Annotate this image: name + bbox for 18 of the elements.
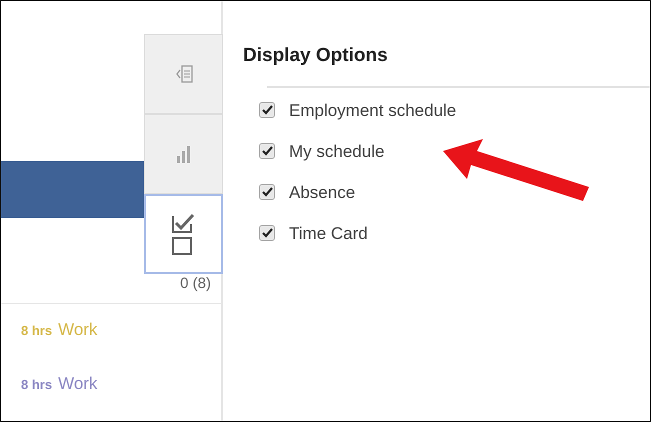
count-label: 0 (8) [180, 274, 211, 294]
option-label: My schedule [289, 140, 384, 163]
entry-label: Work [58, 320, 98, 339]
panel-icon [174, 64, 192, 84]
side-tab[interactable] [144, 194, 223, 274]
option-label: Absence [289, 182, 356, 204]
checkbox[interactable] [259, 225, 275, 242]
checkbox[interactable] [259, 143, 275, 160]
hours-label: 8 hrs [21, 377, 52, 392]
checkbox[interactable] [259, 102, 275, 118]
panel-title: Display Options [243, 45, 389, 68]
option-label: Time Card [289, 222, 368, 245]
option-label: Employment schedule [289, 100, 456, 122]
hours-label: 8 hrs [21, 323, 52, 338]
checkbox[interactable] [259, 184, 275, 200]
checklist-icon [170, 212, 196, 256]
entry-label: Work [58, 374, 98, 393]
bar-chart-icon [176, 145, 192, 163]
